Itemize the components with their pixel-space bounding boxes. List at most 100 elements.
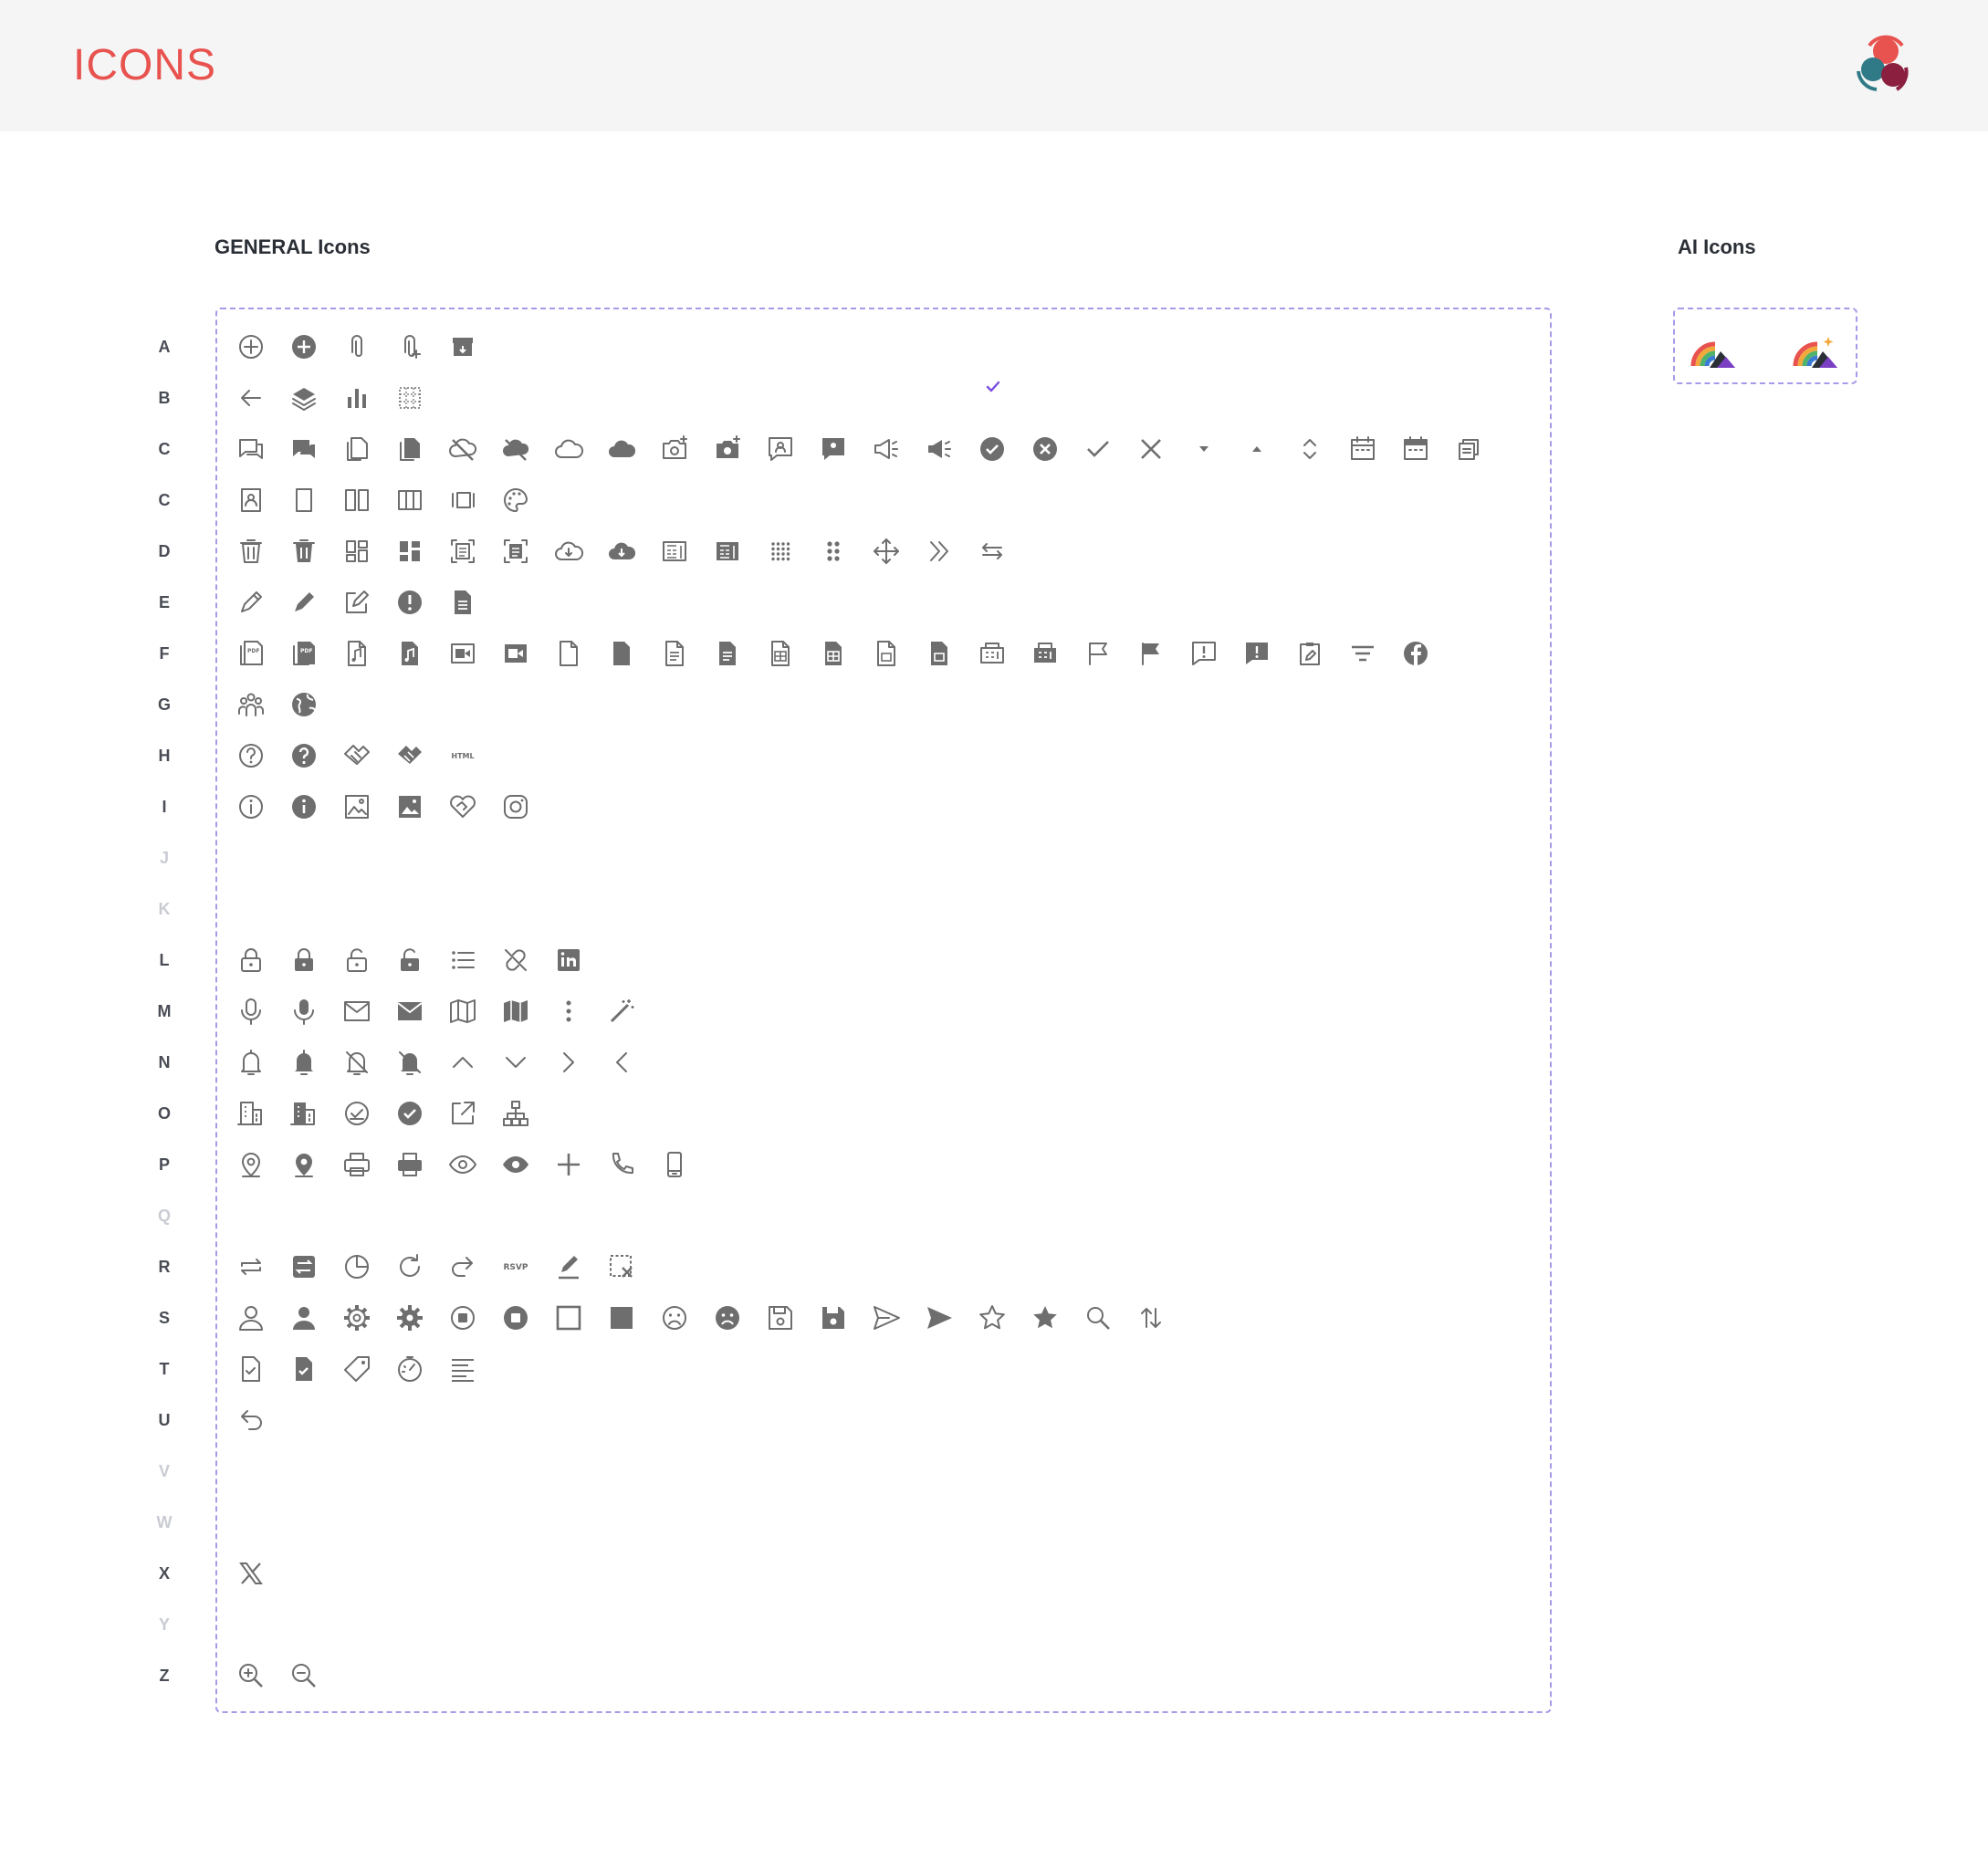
user-filled-icon[interactable]	[288, 1301, 320, 1334]
save-outline-icon[interactable]	[764, 1301, 797, 1334]
pin-filled-icon[interactable]	[288, 1148, 320, 1181]
lock-open-filled-icon[interactable]	[393, 944, 426, 977]
add-circle-outline-icon[interactable]	[235, 330, 267, 363]
chevron-left-icon[interactable]	[605, 1046, 638, 1079]
undo-icon[interactable]	[235, 1404, 267, 1437]
error-filled-icon[interactable]	[393, 586, 426, 619]
redo-icon[interactable]	[446, 1250, 479, 1283]
delete-filled-icon[interactable]	[288, 535, 320, 568]
copy-filled-icon[interactable]	[393, 433, 426, 465]
sad-outline-icon[interactable]	[658, 1301, 691, 1334]
campaign-filled-icon[interactable]	[923, 433, 956, 465]
dashboard-outline-icon[interactable]	[340, 535, 373, 568]
columns-three-icon[interactable]	[393, 484, 426, 517]
plus-icon[interactable]	[552, 1148, 585, 1181]
mail-outline-icon[interactable]	[340, 995, 373, 1028]
zoom-out-icon[interactable]	[288, 1659, 320, 1692]
settings-outline-icon[interactable]	[340, 1301, 373, 1334]
drag-grid-icon[interactable]	[764, 535, 797, 568]
timer-icon[interactable]	[393, 1353, 426, 1385]
office-filled-icon[interactable]	[288, 1097, 320, 1130]
open-external-icon[interactable]	[446, 1097, 479, 1130]
org-chart-icon[interactable]	[499, 1097, 532, 1130]
ok-circle-outline-icon[interactable]	[340, 1097, 373, 1130]
document-filled-icon[interactable]	[446, 586, 479, 619]
cloud-filled-icon[interactable]	[605, 433, 638, 465]
chat-outline-icon[interactable]	[235, 433, 267, 465]
file-video-outline-icon[interactable]	[446, 637, 479, 670]
handshake-filled-icon[interactable]	[393, 739, 426, 772]
file-video-filled-icon[interactable]	[499, 637, 532, 670]
carousel-icon[interactable]	[446, 484, 479, 517]
star-filled-icon[interactable]	[1029, 1301, 1062, 1334]
list-icon[interactable]	[446, 944, 479, 977]
heart-handshake-icon[interactable]	[446, 790, 479, 823]
group-icon[interactable]	[235, 688, 267, 721]
dashboard-filled-icon[interactable]	[393, 535, 426, 568]
flag-filled-icon[interactable]	[1135, 637, 1167, 670]
add-circle-filled-icon[interactable]	[288, 330, 320, 363]
check-icon[interactable]	[1082, 433, 1114, 465]
facebook-icon[interactable]	[1399, 637, 1432, 670]
double-chevron-right-icon[interactable]	[923, 535, 956, 568]
layers-icon[interactable]	[288, 381, 320, 414]
handshake-outline-icon[interactable]	[340, 739, 373, 772]
file-table-filled-icon[interactable]	[817, 637, 850, 670]
print-filled-icon[interactable]	[393, 1148, 426, 1181]
camera-add-outline-icon[interactable]	[658, 433, 691, 465]
cloud-outline-icon[interactable]	[552, 433, 585, 465]
device-calculator-outline-icon[interactable]	[658, 535, 691, 568]
close-circle-filled-icon[interactable]	[1029, 433, 1062, 465]
info-filled-icon[interactable]	[288, 790, 320, 823]
phone-mobile-icon[interactable]	[658, 1148, 691, 1181]
zoom-in-icon[interactable]	[235, 1659, 267, 1692]
replace-icon[interactable]	[288, 1250, 320, 1283]
square-outline-icon[interactable]	[552, 1301, 585, 1334]
edit-filled-icon[interactable]	[288, 586, 320, 619]
file-blank-filled-icon[interactable]	[605, 637, 638, 670]
more-vertical-icon[interactable]	[552, 995, 585, 1028]
sort-icon[interactable]	[1135, 1301, 1167, 1334]
delete-outline-icon[interactable]	[235, 535, 267, 568]
globe-icon[interactable]	[288, 688, 320, 721]
remove-selection-icon[interactable]	[605, 1250, 638, 1283]
drag-handle-icon[interactable]	[817, 535, 850, 568]
file-music-outline-icon[interactable]	[340, 637, 373, 670]
text-align-icon[interactable]	[446, 1353, 479, 1385]
html-icon[interactable]: HTML	[446, 739, 479, 772]
contact-card-icon[interactable]	[235, 484, 267, 517]
link-off-icon[interactable]	[499, 944, 532, 977]
stop-circle-outline-icon[interactable]	[446, 1301, 479, 1334]
feedback-filled-icon[interactable]	[1240, 637, 1273, 670]
task-filled-icon[interactable]	[288, 1353, 320, 1385]
attachment-add-icon[interactable]	[393, 330, 426, 363]
notification-off-filled-icon[interactable]	[393, 1046, 426, 1079]
ok-circle-filled-icon[interactable]	[393, 1097, 426, 1130]
office-outline-icon[interactable]	[235, 1097, 267, 1130]
attachment-icon[interactable]	[340, 330, 373, 363]
document-scan-filled-icon[interactable]	[499, 535, 532, 568]
comment-user-filled-icon[interactable]	[817, 433, 850, 465]
image-outline-icon[interactable]	[340, 790, 373, 823]
campaign-outline-icon[interactable]	[870, 433, 903, 465]
file-image-filled-icon[interactable]	[923, 637, 956, 670]
send-outline-icon[interactable]	[870, 1301, 903, 1334]
copy-outline-icon[interactable]	[340, 433, 373, 465]
info-outline-icon[interactable]	[235, 790, 267, 823]
chat-filled-icon[interactable]	[288, 433, 320, 465]
calendar-outline-icon[interactable]	[1346, 433, 1379, 465]
stop-circle-filled-icon[interactable]	[499, 1301, 532, 1334]
check-circle-filled-icon[interactable]	[976, 433, 1009, 465]
cloud-download-outline-icon[interactable]	[552, 535, 585, 568]
file-image-outline-icon[interactable]	[870, 637, 903, 670]
chevron-up-icon[interactable]	[446, 1046, 479, 1079]
magic-wand-icon[interactable]	[605, 995, 638, 1028]
send-filled-icon[interactable]	[923, 1301, 956, 1334]
square-filled-icon[interactable]	[605, 1301, 638, 1334]
chevron-right-icon[interactable]	[552, 1046, 585, 1079]
task-outline-icon[interactable]	[235, 1353, 267, 1385]
repeat-icon[interactable]	[235, 1250, 267, 1283]
search-icon[interactable]	[1082, 1301, 1114, 1334]
notification-outline-icon[interactable]	[235, 1046, 267, 1079]
chevron-down-icon[interactable]	[499, 1046, 532, 1079]
